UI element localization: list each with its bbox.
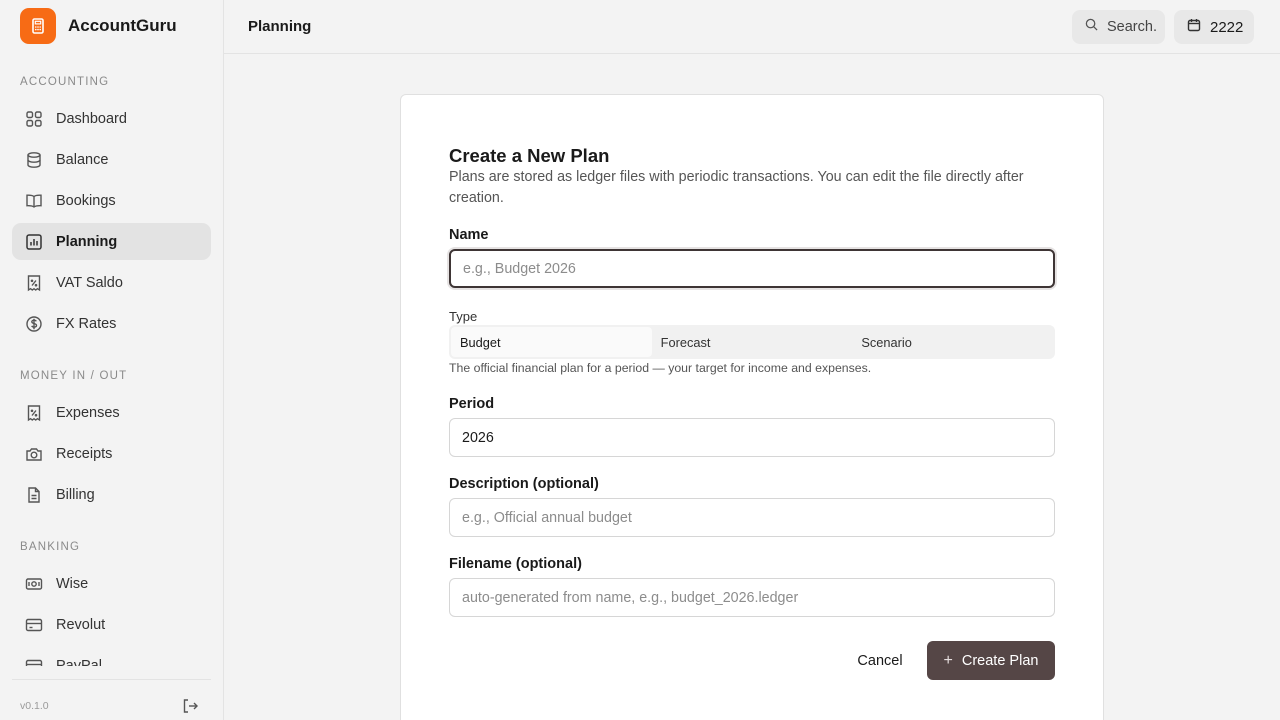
credit-card-icon [24, 615, 44, 635]
search-label: Search. [1107, 19, 1157, 35]
dollar-circle-icon [24, 314, 44, 334]
create-plan-label: Create Plan [961, 652, 1039, 669]
sidebar-item-label: Bookings [56, 192, 116, 209]
sidebar-item-dashboard[interactable]: Dashboard [12, 100, 211, 137]
sidebar: AccountGuru ACCOUNTING Dashboard Balance… [0, 0, 224, 720]
sidebar-item-label: VAT Saldo [56, 274, 123, 291]
search-icon [1085, 18, 1098, 36]
sidebar-item-expenses[interactable]: Expenses [12, 394, 211, 431]
sidebar-item-label: Dashboard [56, 110, 127, 127]
sidebar-item-billing[interactable]: Billing [12, 476, 211, 513]
app-version: v0.1.0 [20, 700, 49, 712]
logout-icon[interactable] [181, 697, 199, 715]
type-option-scenario[interactable]: Scenario [852, 327, 1053, 357]
description-input[interactable] [449, 498, 1055, 537]
section-title-money: MONEY IN / OUT [20, 370, 128, 382]
sidebar-item-label: Wise [56, 575, 89, 592]
calendar-icon [1187, 18, 1201, 37]
credit-card-icon [24, 656, 44, 666]
plus-icon: + [943, 651, 953, 669]
dashboard-grid-icon [24, 109, 44, 129]
description-label: Description (optional) [449, 476, 599, 492]
book-icon [24, 191, 44, 211]
create-plan-card: Create a New Plan Plans are stored as le… [400, 94, 1104, 720]
sidebar-item-label: FX Rates [56, 315, 117, 332]
plan-type-selector: Budget Forecast Scenario [449, 325, 1055, 359]
banknote-icon [24, 574, 44, 594]
sidebar-item-balance[interactable]: Balance [12, 141, 211, 178]
sidebar-item-label: Receipts [56, 445, 113, 462]
chart-icon [24, 232, 44, 252]
sidebar-item-label: Balance [56, 151, 109, 168]
top-header: Planning Search. 2222 [224, 0, 1280, 54]
page-title: Planning [248, 18, 312, 35]
sidebar-item-receipts[interactable]: Receipts [12, 435, 211, 472]
sidebar-item-label: PayPal [56, 657, 102, 667]
sidebar-nav: ACCOUNTING Dashboard Balance Bookings Pl… [0, 0, 224, 666]
period-input[interactable] [449, 418, 1055, 457]
section-title-accounting: ACCOUNTING [20, 76, 110, 88]
type-label: Type [449, 309, 478, 324]
sidebar-item-label: Billing [56, 486, 95, 503]
period-label: Period [449, 396, 495, 412]
form-title: Create a New Plan [449, 145, 610, 166]
sidebar-item-fx-rates[interactable]: FX Rates [12, 305, 211, 342]
sidebar-item-paypal[interactable]: PayPal [12, 647, 211, 666]
receipt-icon [24, 403, 44, 423]
sidebar-item-label: Revolut [56, 616, 106, 633]
receipt-percent-icon [24, 273, 44, 293]
type-option-budget[interactable]: Budget [451, 327, 652, 357]
database-icon [24, 150, 44, 170]
year-value: 2222 [1210, 18, 1244, 36]
name-input[interactable] [449, 249, 1055, 288]
name-label: Name [449, 227, 489, 243]
sidebar-item-revolut[interactable]: Revolut [12, 606, 211, 643]
create-plan-button[interactable]: + Create Plan [927, 641, 1055, 680]
year-selector[interactable]: 2222 [1174, 10, 1254, 44]
form-subtitle: Plans are stored as ledger files with pe… [449, 169, 1024, 206]
filename-input[interactable] [449, 578, 1055, 617]
cancel-button[interactable]: Cancel [850, 641, 910, 680]
filename-label: Filename (optional) [449, 556, 582, 572]
camera-icon [24, 444, 44, 464]
sidebar-item-bookings[interactable]: Bookings [12, 182, 211, 219]
sidebar-item-label: Expenses [56, 404, 120, 421]
sidebar-item-wise[interactable]: Wise [12, 565, 211, 602]
document-icon [24, 485, 44, 505]
type-option-forecast[interactable]: Forecast [652, 327, 853, 357]
section-title-banking: BANKING [20, 541, 81, 553]
sidebar-item-planning[interactable]: Planning [12, 223, 211, 260]
search-button[interactable]: Search. [1072, 10, 1165, 44]
sidebar-item-vat-saldo[interactable]: VAT Saldo [12, 264, 211, 301]
sidebar-item-label: Planning [56, 233, 118, 250]
sidebar-divider [12, 679, 211, 680]
type-help-text: The official financial plan for a period… [449, 361, 872, 375]
